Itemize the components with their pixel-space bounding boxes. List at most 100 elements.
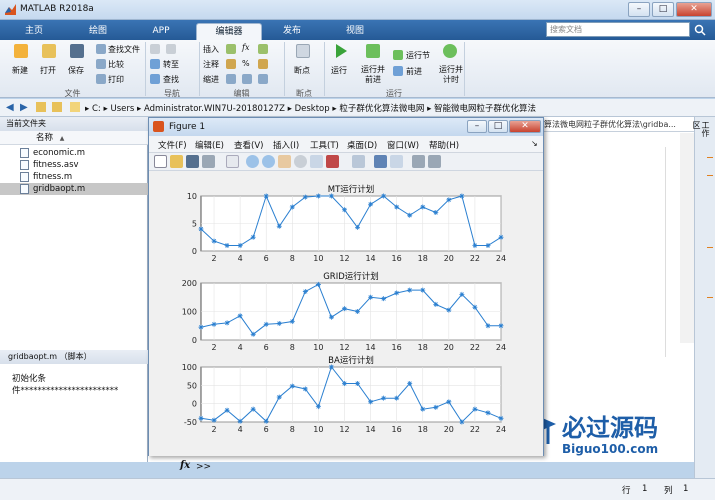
print-icon[interactable] [202, 155, 215, 168]
colorbar-icon[interactable] [374, 155, 387, 168]
indent-decrease-icon[interactable] [258, 74, 268, 84]
subplot-title: BA运行计划 [328, 355, 374, 366]
run-section-button[interactable]: 运行节 [406, 50, 430, 61]
tab-publish[interactable]: 发布 [266, 23, 318, 40]
data-cursor-icon[interactable] [310, 155, 323, 168]
hide-tools-icon[interactable] [412, 155, 425, 168]
menu-desktop[interactable]: 桌面(D) [347, 139, 377, 151]
figure-titlebar[interactable]: Figure 1 – □ ✕ [149, 118, 543, 136]
maximize-button[interactable]: □ [652, 2, 674, 17]
save-icon[interactable] [70, 44, 84, 58]
goto-button[interactable]: 转至 [163, 59, 179, 70]
save-icon[interactable] [186, 155, 199, 168]
link-plot-icon[interactable] [352, 155, 365, 168]
pan-icon[interactable] [278, 155, 291, 168]
breadcrumb-item[interactable]: C: [92, 104, 101, 114]
indent-button[interactable]: 缩进 [203, 74, 219, 85]
tab-home[interactable]: 主页 [8, 23, 60, 40]
menu-insert[interactable]: 插入(I) [273, 139, 299, 151]
wrap-icon[interactable] [258, 59, 268, 69]
browse-folder-icon[interactable] [52, 102, 62, 112]
menubar-dock-icon[interactable]: ↘ [531, 139, 538, 148]
menu-help[interactable]: 帮助(H) [429, 139, 459, 151]
smart-indent-icon[interactable] [226, 74, 236, 84]
forward-arrow-icon[interactable]: ▶ [20, 102, 28, 113]
workspace-tab[interactable]: 工作区 [692, 121, 710, 143]
nav-forward-icon[interactable] [166, 44, 176, 54]
open-folder-icon[interactable] [42, 44, 56, 58]
minimize-button[interactable]: – [628, 2, 650, 17]
figure-minimize-button[interactable]: – [467, 120, 487, 133]
pointer-icon[interactable] [226, 155, 239, 168]
compare-button[interactable]: 比较 [108, 59, 124, 70]
nav-back-icon[interactable] [150, 44, 160, 54]
folder-up-icon[interactable] [36, 102, 46, 112]
tab-apps[interactable]: APP [136, 23, 186, 40]
breadcrumb-item[interactable]: 粒子群优化算法微电网 [339, 104, 424, 114]
zoom-out-icon[interactable] [262, 155, 275, 168]
open-icon[interactable] [170, 155, 183, 168]
figure-close-button[interactable]: ✕ [509, 120, 541, 133]
find-button[interactable]: 查找 [163, 74, 179, 85]
print-button[interactable]: 打印 [108, 74, 124, 85]
breadcrumb-item[interactable]: Administrator.WIN7U-20180127Z [144, 104, 285, 114]
breadcrumb-item[interactable]: 智能微电网粒子群优化算法 [434, 104, 536, 114]
run-icon[interactable] [333, 43, 349, 59]
menu-tools[interactable]: 工具(T) [310, 139, 339, 151]
run-advance-icon[interactable] [366, 44, 380, 58]
data-point [407, 287, 413, 293]
show-tools-icon[interactable] [428, 155, 441, 168]
command-prompt[interactable]: >> [196, 462, 211, 472]
breakpoints-button[interactable]: 断点 [294, 65, 310, 76]
file-row[interactable]: fitness.m [0, 171, 148, 183]
data-point [394, 290, 400, 296]
zoom-in-icon[interactable] [246, 155, 259, 168]
figure-plot-area[interactable]: 2 4 6 8 10 12 14 16 18 20 22 240510MT运行计划2 4 6 8 10 12 14… [149, 171, 543, 456]
new-button[interactable]: 新建 [12, 65, 28, 76]
run-time-icon[interactable] [443, 44, 457, 58]
close-button[interactable]: ✕ [676, 2, 712, 17]
save-button[interactable]: 保存 [68, 65, 84, 76]
comment-icon[interactable] [226, 59, 236, 69]
file-row[interactable]: fitness.asv [0, 159, 148, 171]
insert-button[interactable]: 插入 [203, 44, 219, 55]
indent-increase-icon[interactable] [242, 74, 252, 84]
menu-view[interactable]: 查看(V) [234, 139, 263, 151]
run-advance-button[interactable]: 运行并 前进 [361, 65, 385, 85]
figure-window[interactable]: Figure 1 – □ ✕ 文件(F) 编辑(E) 查看(V) 插入(I) 工… [148, 117, 544, 456]
file-row-selected[interactable]: gridbaopt.m [0, 183, 148, 195]
brush-icon[interactable] [326, 155, 339, 168]
tab-view[interactable]: 视图 [328, 23, 382, 40]
breadcrumb[interactable]: ▸ C: ▸ Users ▸ Administrator.WIN7U-20180… [85, 102, 536, 114]
tab-editor[interactable]: 编辑器 [196, 23, 262, 40]
menu-edit[interactable]: 编辑(E) [195, 139, 224, 151]
insert-dropdown-icon[interactable] [258, 44, 268, 54]
menu-file[interactable]: 文件(F) [158, 139, 187, 151]
new-figure-icon[interactable] [154, 155, 167, 168]
run-button[interactable]: 运行 [331, 65, 347, 76]
breadcrumb-item[interactable]: Users [110, 104, 134, 114]
find-files-button[interactable]: 查找文件 [108, 44, 140, 55]
name-column-header[interactable]: 名称 ▲ [0, 131, 148, 145]
file-row[interactable]: economic.m [0, 147, 148, 159]
comment-button[interactable]: 注释 [203, 59, 219, 70]
new-icon[interactable] [14, 44, 28, 58]
breakpoints-icon[interactable] [296, 44, 310, 58]
search-input[interactable]: 搜索文档 [546, 22, 690, 37]
rotate-icon[interactable] [294, 155, 307, 168]
open-button[interactable]: 打开 [40, 65, 56, 76]
search-icon[interactable] [694, 24, 706, 36]
back-arrow-icon[interactable]: ◀ [6, 102, 14, 113]
legend-icon[interactable] [390, 155, 403, 168]
breadcrumb-item[interactable]: Desktop [295, 104, 330, 114]
insert-section-icon[interactable] [226, 44, 236, 54]
address-bar[interactable]: ◀ ▶ ▸ C: ▸ Users ▸ Administrator.WIN7U-2… [0, 99, 715, 117]
figure-maximize-button[interactable]: □ [488, 120, 508, 133]
advance-button[interactable]: 前进 [406, 66, 422, 77]
tab-plots[interactable]: 绘图 [70, 23, 126, 40]
editor-scrollbar[interactable] [680, 133, 694, 343]
fx-icon[interactable]: fx [242, 43, 249, 52]
menu-window[interactable]: 窗口(W) [387, 139, 419, 151]
percent-icon[interactable]: % [242, 59, 250, 68]
run-time-button[interactable]: 运行并 计时 [439, 65, 463, 85]
